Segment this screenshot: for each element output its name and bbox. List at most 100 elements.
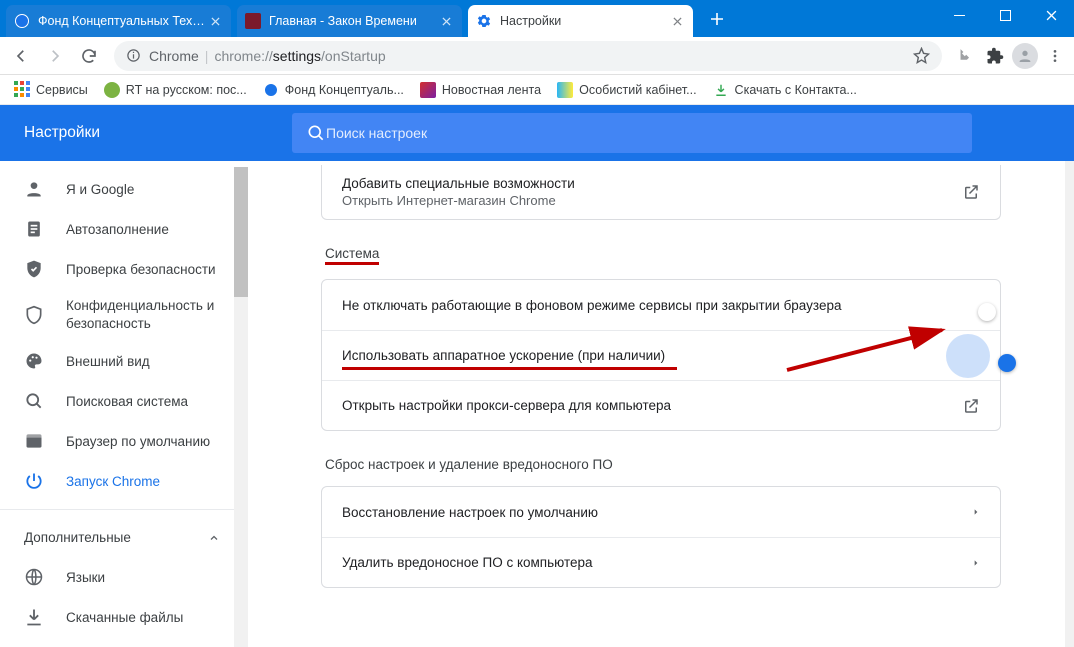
settings-search[interactable] <box>292 113 972 153</box>
bookmark-label: Сервисы <box>36 83 88 97</box>
bookmark-item[interactable]: RT на русском: пос... <box>98 77 253 103</box>
row-label: Использовать аппаратное ускорение (при н… <box>342 348 665 363</box>
download-icon <box>713 82 729 98</box>
close-icon[interactable] <box>438 13 454 29</box>
reload-button[interactable] <box>74 41 104 71</box>
toggle-highlight <box>946 334 990 378</box>
bookmark-item[interactable]: Фонд Концептуаль... <box>257 77 410 103</box>
site-info-icon[interactable] <box>126 48 141 63</box>
sidebar-item-on-startup[interactable]: Запуск Chrome <box>0 461 228 501</box>
sidebar-item-appearance[interactable]: Внешний вид <box>0 341 228 381</box>
chevron-up-icon <box>208 532 220 544</box>
browser-tab[interactable]: Главная - Закон Времени <box>237 5 462 37</box>
language-icon <box>24 567 44 587</box>
sidebar-item-label: Скачанные файлы <box>66 610 183 625</box>
sidebar-item-default-browser[interactable]: Браузер по умолчанию <box>0 421 228 461</box>
settings-content: Добавить специальные возможности Открыть… <box>248 105 1074 647</box>
extension-icon[interactable] <box>952 43 978 69</box>
tab-title: Главная - Закон Времени <box>269 14 438 28</box>
bookmark-item[interactable]: Особистий кабінет... <box>551 77 702 103</box>
row-title: Добавить специальные возможности <box>342 176 575 191</box>
bookmark-label: Новостная лента <box>442 83 541 97</box>
sidebar-item-languages[interactable]: Языки <box>0 557 228 597</box>
bookmark-favicon <box>263 82 279 98</box>
browser-toolbar: Chrome | chrome://settings/onStartup <box>0 37 1074 75</box>
profile-avatar[interactable] <box>1012 43 1038 69</box>
close-window-button[interactable] <box>1028 0 1074 30</box>
tab-title: Фонд Концептуальных Техноло <box>38 14 207 28</box>
sidebar-item-autofill[interactable]: Автозаполнение <box>0 209 228 249</box>
sidebar-advanced-toggle[interactable]: Дополнительные <box>0 509 248 557</box>
url-text: settings <box>273 48 321 64</box>
minimize-button[interactable] <box>936 0 982 30</box>
apps-shortcut[interactable]: Сервисы <box>8 77 94 103</box>
sidebar-item-label: Языки <box>66 570 105 585</box>
settings-app: Настройки Я и Google Автозаполнение Пров… <box>0 105 1074 647</box>
power-icon <box>24 471 44 491</box>
assignment-icon <box>24 219 44 239</box>
bookmark-label: Скачать с Контакта... <box>735 83 857 97</box>
bookmark-label: RT на русском: пос... <box>126 83 247 97</box>
bookmark-label: Особистий кабінет... <box>579 83 696 97</box>
sidebar-item-privacy[interactable]: Конфиденциальность и безопасность <box>0 289 228 341</box>
sidebar-item-search-engine[interactable]: Поисковая система <box>0 381 228 421</box>
bookmark-favicon <box>104 82 120 98</box>
url-text: chrome:// <box>214 48 272 64</box>
settings-row-restore-defaults[interactable]: Восстановление настроек по умолчанию <box>322 487 1000 537</box>
scrollbar-thumb[interactable] <box>234 167 248 297</box>
browser-tab[interactable]: Фонд Концептуальных Техноло <box>6 5 231 37</box>
maximize-button[interactable] <box>982 0 1028 30</box>
search-icon <box>306 123 326 143</box>
accessibility-card: Добавить специальные возможности Открыть… <box>321 165 1001 220</box>
back-button[interactable] <box>6 41 36 71</box>
settings-row-hardware-accel[interactable]: Использовать аппаратное ускорение (при н… <box>322 330 1000 380</box>
tab-favicon <box>14 13 30 29</box>
close-icon[interactable] <box>207 13 223 29</box>
gear-icon <box>476 13 492 29</box>
bookmark-item[interactable]: Скачать с Контакта... <box>707 77 863 103</box>
kebab-menu-icon[interactable] <box>1042 43 1068 69</box>
bookmarks-bar: Сервисы RT на русском: пос... Фонд Конце… <box>0 75 1074 105</box>
settings-search-input[interactable] <box>326 125 958 141</box>
extensions-puzzle-icon[interactable] <box>982 43 1008 69</box>
search-icon <box>24 391 44 411</box>
sidebar-item-safety-check[interactable]: Проверка безопасности <box>0 249 228 289</box>
browser-icon <box>24 431 44 451</box>
sidebar-item-label: Проверка безопасности <box>66 262 216 277</box>
palette-icon <box>24 351 44 371</box>
settings-row-cleanup[interactable]: Удалить вредоносное ПО с компьютера <box>322 537 1000 587</box>
chevron-right-icon <box>972 506 980 518</box>
row-label: Открыть настройки прокси-сервера для ком… <box>342 398 671 413</box>
system-card: Не отключать работающие в фоновом режиме… <box>321 279 1001 431</box>
sidebar-item-label: Я и Google <box>66 182 134 197</box>
settings-row-background-apps[interactable]: Не отключать работающие в фоновом режиме… <box>322 280 1000 330</box>
sidebar-scrollbar[interactable] <box>234 167 248 647</box>
sidebar-item-you-and-google[interactable]: Я и Google <box>0 169 228 209</box>
annotation-underline <box>342 367 677 370</box>
settings-row-proxy[interactable]: Открыть настройки прокси-сервера для ком… <box>322 380 1000 430</box>
content-scrollbar[interactable] <box>1065 105 1074 647</box>
close-icon[interactable] <box>669 13 685 29</box>
url-text: /onStartup <box>321 48 386 64</box>
browser-tab-active[interactable]: Настройки <box>468 5 693 37</box>
row-label: Удалить вредоносное ПО с компьютера <box>342 555 593 570</box>
address-bar[interactable]: Chrome | chrome://settings/onStartup <box>114 41 942 71</box>
bookmark-favicon <box>557 82 573 98</box>
forward-button[interactable] <box>40 41 70 71</box>
verified-icon <box>24 259 44 279</box>
bookmark-item[interactable]: Новостная лента <box>414 77 547 103</box>
window-controls <box>936 0 1074 30</box>
sidebar-advanced-label: Дополнительные <box>24 530 131 545</box>
sidebar-item-downloads[interactable]: Скачанные файлы <box>0 597 228 637</box>
bookmark-star-icon[interactable] <box>913 47 930 64</box>
sidebar-item-label: Браузер по умолчанию <box>66 434 210 449</box>
row-label: Восстановление настроек по умолчанию <box>342 505 598 520</box>
row-label: Не отключать работающие в фоновом режиме… <box>342 298 841 313</box>
sidebar-item-label: Запуск Chrome <box>66 474 160 489</box>
settings-row-accessibility-store[interactable]: Добавить специальные возможности Открыть… <box>322 165 1000 219</box>
sidebar-item-label: Конфиденциальность и безопасность <box>66 297 228 332</box>
launch-icon <box>962 397 980 415</box>
new-tab-button[interactable] <box>703 5 731 33</box>
chevron-right-icon <box>972 557 980 569</box>
bookmark-favicon <box>420 82 436 98</box>
